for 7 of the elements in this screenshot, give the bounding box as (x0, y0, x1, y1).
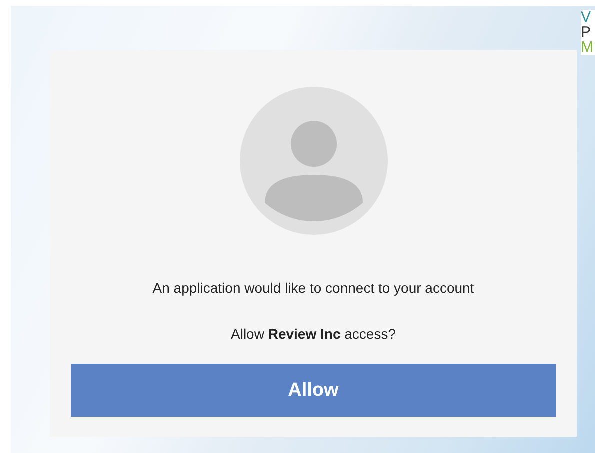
message-text: An application would like to connect to your account (152, 280, 474, 296)
logo-letter: M (581, 40, 594, 55)
logo-letter: V (581, 10, 592, 25)
avatar-icon (240, 87, 388, 235)
logo-letter: P (581, 25, 592, 40)
question-text: Allow Review Inc access? (231, 326, 396, 342)
allow-button[interactable]: Allow (71, 364, 556, 417)
